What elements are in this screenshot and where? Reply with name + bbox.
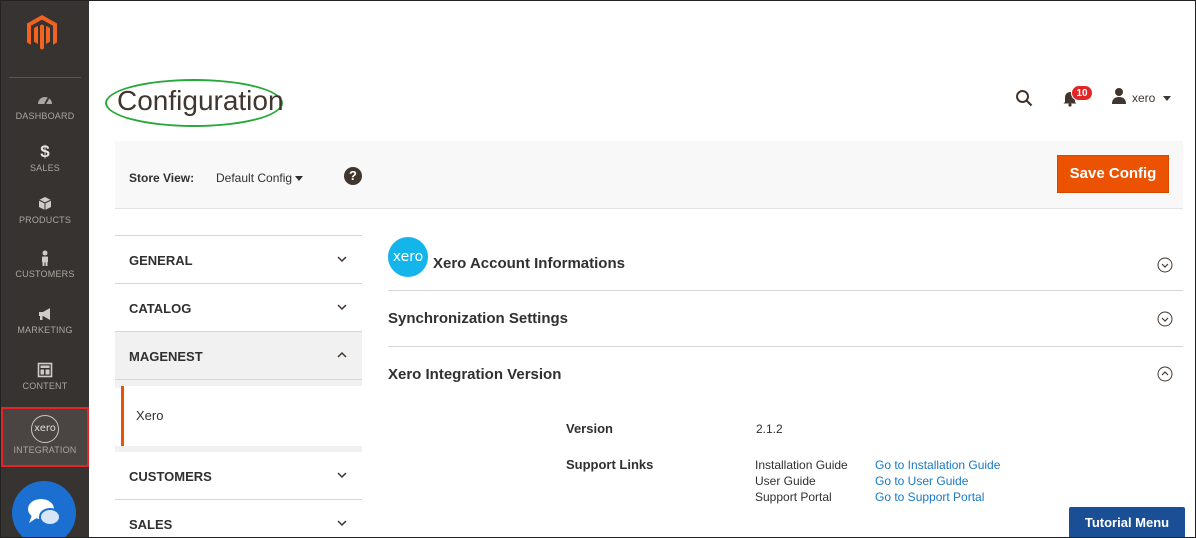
tab-item-label: Xero (136, 408, 164, 423)
store-view-switcher[interactable]: Default Config (216, 171, 292, 185)
sidebar-item-customers[interactable]: CUSTOMERS (1, 249, 89, 279)
tab-general[interactable]: GENERAL (115, 236, 362, 284)
save-config-button[interactable]: Save Config (1057, 155, 1169, 193)
chevron-down-icon (337, 256, 347, 263)
sidebar-item-marketing[interactable]: MARKETING (1, 305, 89, 335)
chevron-down-icon (337, 304, 347, 311)
version-value: 2.1.2 (756, 422, 783, 436)
tab-sales[interactable]: SALES (115, 500, 362, 537)
user-icon[interactable] (1111, 87, 1127, 105)
admin-window: DASHBOARD $ SALES PRODUCTS CUSTOMERS MAR… (0, 0, 1196, 538)
search-icon[interactable] (1015, 89, 1033, 107)
sidebar-item-label: PRODUCTS (18, 215, 72, 225)
store-view-label: Store View: (129, 171, 195, 185)
user-guide-link[interactable]: Go to User Guide (875, 474, 968, 488)
chevron-up-icon (337, 351, 347, 358)
notifications-badge[interactable]: 10 (1071, 85, 1093, 101)
tab-magenest[interactable]: MAGENEST (115, 332, 362, 380)
sidebar-item-label: CUSTOMERS (15, 269, 75, 279)
user-menu-name[interactable]: xero (1132, 91, 1155, 105)
sidebar-divider (9, 77, 81, 78)
tab-customers[interactable]: CUSTOMERS (115, 452, 362, 500)
dollar-icon: $ (40, 142, 50, 161)
support-link-name: Support Portal (755, 490, 832, 504)
tab-label: CATALOG (129, 301, 192, 316)
collapse-circle-icon[interactable] (1157, 366, 1173, 382)
tutorial-menu-button[interactable]: Tutorial Menu (1069, 507, 1185, 537)
expand-circle-icon[interactable] (1157, 257, 1173, 273)
tab-label: MAGENEST (129, 349, 203, 364)
section-title: Synchronization Settings (388, 310, 569, 327)
chat-bubbles-icon (28, 499, 61, 526)
tab-catalog[interactable]: CATALOG (115, 284, 362, 332)
dashboard-icon (38, 97, 52, 105)
chevron-down-icon[interactable] (1163, 96, 1171, 101)
xero-logo: xero (388, 237, 428, 277)
sidebar-item-label: INTEGRATION (13, 445, 77, 455)
chevron-down-icon (337, 520, 347, 527)
store-view-bar: Store View: Default Config ? Save Config (115, 141, 1183, 209)
person-icon (42, 250, 48, 266)
section-title: Xero Integration Version (388, 366, 562, 383)
expand-circle-icon[interactable] (1157, 311, 1173, 327)
support-portal-link[interactable]: Go to Support Portal (875, 490, 984, 504)
chevron-down-icon[interactable] (295, 176, 303, 181)
layout-icon (37, 362, 53, 378)
help-icon[interactable]: ? (344, 167, 362, 185)
support-links-label: Support Links (566, 457, 654, 472)
chat-button[interactable] (12, 481, 76, 537)
sidebar-item-products[interactable]: PRODUCTS (1, 195, 89, 225)
sidebar-item-content[interactable]: CONTENT (1, 361, 89, 391)
tab-label: GENERAL (129, 253, 193, 268)
support-link-name: User Guide (755, 474, 816, 488)
sidebar-item-dashboard[interactable]: DASHBOARD (1, 91, 89, 121)
sidebar-item-label: CONTENT (22, 381, 68, 391)
sidebar-item-label: DASHBOARD (15, 111, 75, 121)
version-label: Version (566, 421, 613, 436)
box-icon (38, 197, 52, 210)
tab-item-xero[interactable]: Xero (121, 386, 362, 446)
chevron-down-icon (337, 472, 347, 479)
installation-guide-link[interactable]: Go to Installation Guide (875, 458, 1000, 472)
config-tabs: GENERAL CATALOG MAGENEST Xero CUSTOMERS … (115, 235, 362, 537)
sidebar-item-label: MARKETING (17, 325, 73, 335)
magento-logo-icon[interactable] (25, 13, 59, 53)
page-title: Configuration (117, 85, 284, 116)
tab-label: SALES (129, 517, 173, 532)
admin-sidebar: DASHBOARD $ SALES PRODUCTS CUSTOMERS MAR… (1, 1, 89, 537)
sidebar-item-integration[interactable]: xero INTEGRATION (1, 407, 89, 467)
section-synchronization[interactable]: Synchronization Settings (388, 291, 1183, 347)
xero-icon: xero (31, 415, 59, 443)
support-link-name: Installation Guide (755, 458, 848, 472)
sidebar-item-label: SALES (29, 163, 61, 173)
section-integration-version[interactable]: Xero Integration Version (388, 347, 1183, 401)
tab-label: CUSTOMERS (129, 469, 212, 484)
section-title: Xero Account Informations (433, 255, 625, 272)
megaphone-icon (39, 308, 50, 320)
sidebar-item-sales[interactable]: $ SALES (1, 142, 89, 174)
section-xero-account[interactable]: xero Xero Account Informations (388, 237, 1183, 291)
